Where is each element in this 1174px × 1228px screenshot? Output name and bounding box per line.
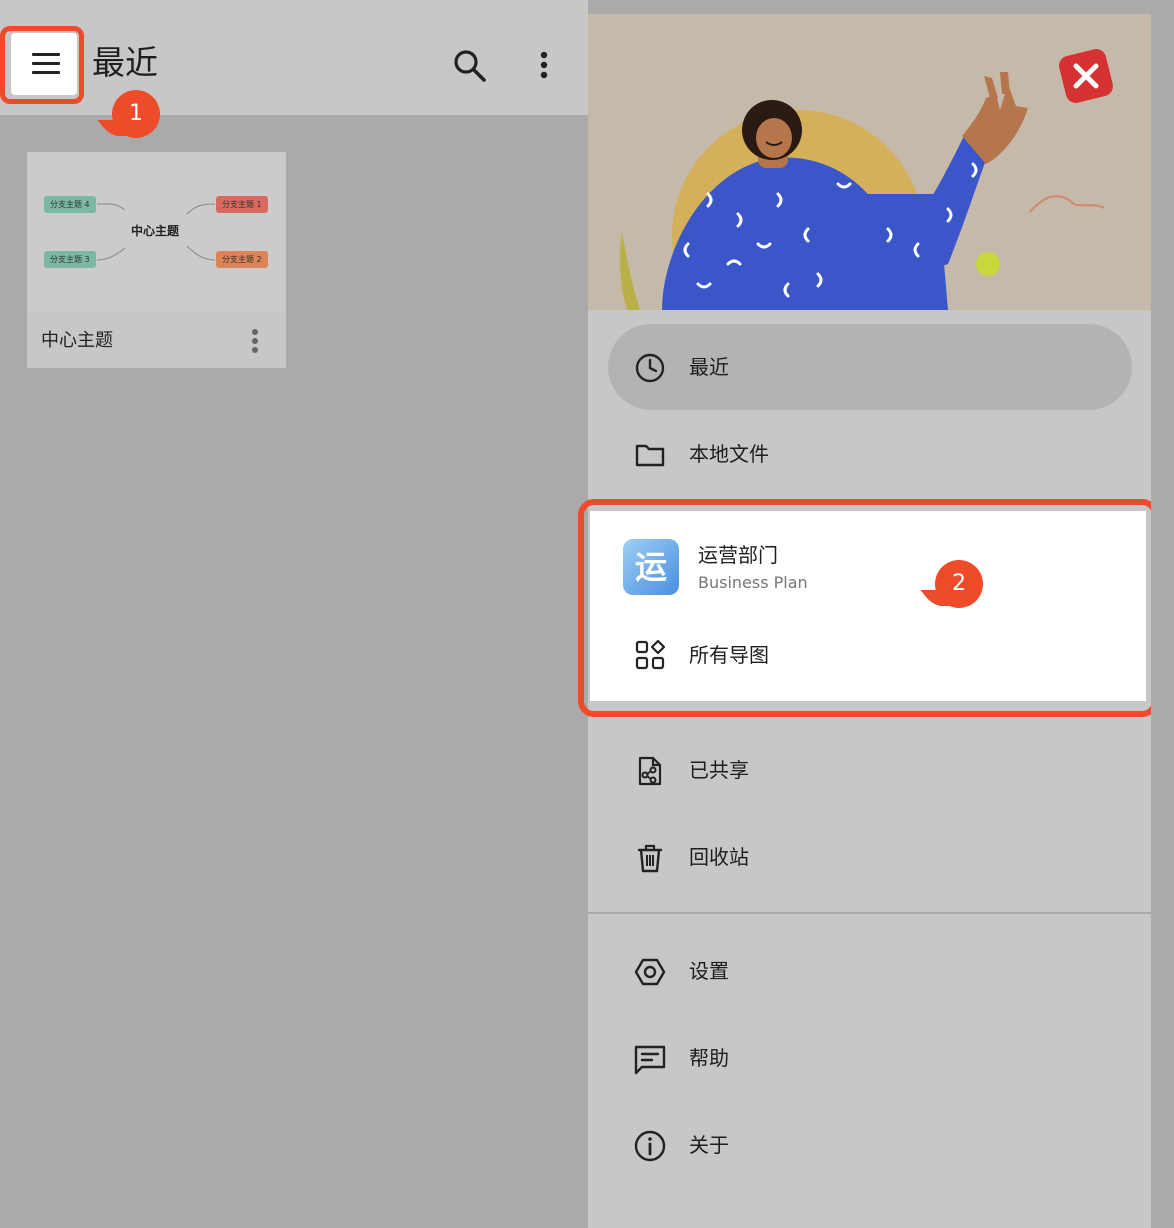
trash-icon	[637, 844, 663, 873]
shared-file-icon	[638, 756, 662, 786]
drawer-hero-illustration	[588, 14, 1151, 310]
file-card-footer: 中心主题	[27, 312, 286, 368]
clock-icon	[635, 353, 665, 383]
mindmap-branch-node: 分支主题 1	[216, 196, 268, 213]
drawer-item-label: 最近	[689, 355, 729, 379]
mindmap-branch-node: 分支主题 4	[44, 196, 96, 213]
drawer-item-recent[interactable]: 最近	[608, 324, 1132, 410]
more-vertical-icon[interactable]	[532, 48, 556, 84]
drawer-item-label: 关于	[689, 1133, 729, 1157]
drawer-item-about[interactable]: 关于	[608, 1102, 1132, 1188]
search-icon[interactable]	[452, 48, 488, 84]
drawer-item-local-files[interactable]: 本地文件	[608, 411, 1132, 497]
app-bar: 最近	[0, 0, 588, 115]
drawer-item-trash[interactable]: 回收站	[608, 814, 1132, 900]
team-highlight-frame	[578, 499, 1158, 717]
mindmap-branch-node: 分支主题 3	[44, 251, 96, 268]
drawer-divider	[588, 912, 1151, 914]
folder-icon	[635, 444, 665, 467]
drawer-item-label: 已共享	[689, 758, 749, 782]
navigation-drawer: 最近 本地文件 运 运营部门 Business Plan 所有导图 2 已共享 …	[578, 14, 1158, 1228]
file-card[interactable]: 分支主题 4 分支主题 3 分支主题 1 分支主题 2 中心主题 中心主题	[27, 152, 286, 368]
step-badge-1: 1	[112, 90, 160, 138]
info-icon	[634, 1130, 666, 1162]
drawer-edge-scrim	[1151, 0, 1174, 1228]
help-message-icon	[634, 1045, 666, 1075]
drawer-item-label: 本地文件	[689, 442, 769, 466]
drawer-item-shared[interactable]: 已共享	[608, 727, 1132, 813]
drawer-item-label: 帮助	[689, 1046, 729, 1070]
menu-highlight-frame	[0, 26, 84, 104]
drawer-item-settings[interactable]: 设置	[608, 928, 1132, 1014]
more-vertical-icon[interactable]	[246, 326, 264, 356]
settings-icon	[634, 958, 666, 986]
drawer-item-help[interactable]: 帮助	[608, 1015, 1132, 1101]
mindmap-center-node: 中心主题	[131, 224, 180, 238]
step-badge-2: 2	[935, 560, 983, 608]
file-title: 中心主题	[41, 330, 113, 351]
page-title: 最近	[92, 43, 158, 82]
mindmap-branch-node: 分支主题 2	[216, 251, 268, 268]
drawer-item-label: 设置	[689, 959, 729, 983]
drawer-item-label: 回收站	[689, 845, 749, 869]
app-window: 最近 1 分支主题 4 分支主题 3 分支主题 1 分支主题 2 中心主题 中心…	[0, 0, 1174, 1228]
mindmap-thumbnail: 分支主题 4 分支主题 3 分支主题 1 分支主题 2 中心主题	[27, 152, 286, 312]
